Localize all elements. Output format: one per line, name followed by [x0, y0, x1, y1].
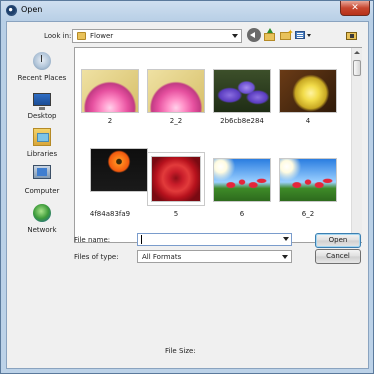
libraries-icon — [33, 128, 51, 146]
place-label: Computer — [24, 187, 60, 195]
file-thumbnail — [81, 69, 139, 113]
file-item[interactable]: 6_2 — [275, 148, 341, 238]
file-item[interactable]: 4 — [275, 69, 341, 139]
open-button[interactable]: Open — [315, 233, 361, 248]
up-folder-icon[interactable] — [263, 28, 277, 42]
place-label: Desktop — [27, 112, 57, 120]
place-desktop[interactable]: Desktop — [13, 87, 71, 125]
chevron-down-icon — [282, 255, 288, 259]
look-in-label: Look in: — [44, 32, 72, 40]
vertical-scrollbar[interactable] — [351, 48, 362, 242]
network-icon — [33, 204, 51, 222]
file-thumbnail — [213, 69, 271, 113]
computer-icon — [33, 165, 51, 179]
file-name: 6_2 — [301, 210, 315, 218]
text-caret — [141, 235, 142, 244]
new-folder-icon[interactable]: ✦ — [279, 28, 294, 42]
place-computer[interactable]: Computer — [13, 162, 71, 200]
look-in-combo[interactable]: Flower — [72, 29, 242, 43]
place-recent-places[interactable]: Recent Places — [13, 49, 71, 87]
file-list-view[interactable]: 2 2_2 2b6cb8e284 4 4f84a83fa9 5 6 6_2 — [74, 47, 362, 243]
chevron-down-icon[interactable] — [283, 237, 289, 241]
file-item[interactable]: 4f84a83fa9 — [77, 148, 148, 238]
file-thumbnail — [90, 148, 148, 192]
file-item[interactable]: 6 — [209, 148, 275, 238]
folder-options-icon[interactable] — [345, 28, 359, 42]
file-name-input[interactable] — [137, 233, 292, 246]
dialog-body: Look in: Flower ✦ Recent Places Desktop … — [6, 21, 369, 369]
desktop-icon — [33, 93, 51, 110]
places-bar: Recent Places Desktop Libraries Computer… — [13, 49, 71, 239]
look-in-value: Flower — [90, 32, 114, 40]
file-thumbnail — [147, 69, 205, 113]
file-name: 2 — [107, 117, 113, 125]
open-dialog: Open ✕ Look in: Flower ✦ Recent Places D… — [0, 0, 374, 374]
file-thumbnail — [279, 69, 337, 113]
place-label: Network — [27, 226, 57, 234]
files-of-type-combo[interactable]: All Formats — [137, 250, 292, 263]
recent-places-icon — [33, 52, 51, 70]
cancel-button[interactable]: Cancel — [315, 249, 361, 264]
file-name-label: File name: — [74, 236, 111, 244]
app-icon — [6, 5, 17, 16]
place-libraries[interactable]: Libraries — [13, 125, 71, 163]
file-name: 6 — [239, 210, 245, 218]
files-of-type-value: All Formats — [142, 253, 182, 261]
back-icon[interactable] — [247, 28, 261, 42]
title-bar[interactable]: Open ✕ — [1, 1, 373, 21]
place-label: Recent Places — [17, 74, 67, 82]
file-name: 4 — [305, 117, 311, 125]
views-menu-icon[interactable] — [294, 28, 312, 42]
file-item[interactable]: 2_2 — [143, 69, 209, 139]
folder-icon — [77, 32, 86, 40]
file-thumbnail — [279, 158, 337, 202]
file-thumbnail — [151, 156, 201, 202]
close-button[interactable]: ✕ — [340, 1, 370, 16]
file-name: 4f84a83fa9 — [89, 210, 131, 218]
file-item[interactable]: 2b6cb8e284 — [209, 69, 275, 139]
window-title: Open — [21, 5, 43, 14]
file-name: 2b6cb8e284 — [220, 117, 264, 125]
file-item[interactable]: 2 — [77, 69, 143, 139]
scroll-up-icon[interactable] — [354, 51, 360, 54]
chevron-down-icon — [232, 34, 238, 38]
place-label: Libraries — [26, 150, 58, 158]
file-thumbnail — [213, 158, 271, 202]
file-name: 5 — [173, 210, 179, 218]
place-network[interactable]: Network — [13, 201, 71, 239]
scroll-thumb[interactable] — [353, 60, 361, 76]
file-name: 2_2 — [169, 117, 183, 125]
file-item[interactable]: 5 — [143, 148, 209, 238]
files-of-type-label: Files of type: — [74, 253, 119, 261]
file-size-label: File Size: — [165, 347, 196, 355]
